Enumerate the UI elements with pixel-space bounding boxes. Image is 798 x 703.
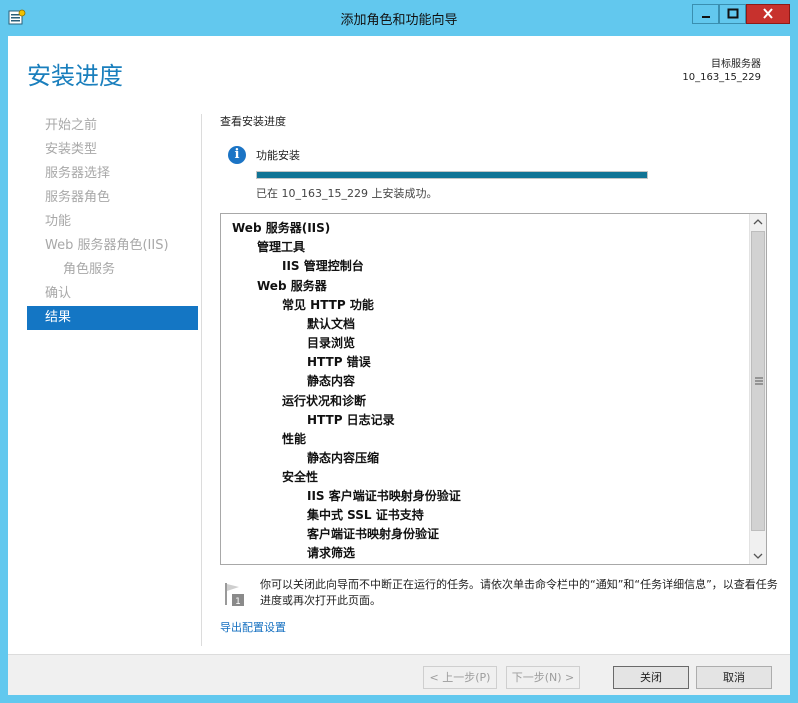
nav-item-confirmation: 确认 (45, 286, 72, 301)
target-server-info: 目标服务器 10_163_15_229 (682, 58, 761, 84)
chevron-down-icon (753, 553, 763, 559)
result-item: Web 服务器(IIS) (232, 221, 331, 235)
nav-item-features: 功能 (45, 214, 72, 229)
minimize-icon (702, 16, 710, 18)
result-item: Web 服务器 (257, 279, 327, 293)
result-item: IIS 管理控制台 (282, 259, 364, 273)
nav-item-server-selection: 服务器选择 (45, 166, 111, 181)
export-config-link[interactable]: 导出配置设置 (220, 619, 286, 635)
result-item: 静态内容压缩 (307, 451, 380, 465)
result-item: 客户端证书映射身份验证 (307, 527, 440, 541)
result-item: 目录浏览 (307, 336, 356, 350)
cancel-button[interactable]: 取消 (696, 666, 772, 689)
result-item: HTTP 日志记录 (307, 413, 395, 427)
nav-item-server-roles: 服务器角色 (45, 190, 111, 205)
result-item: Windows 身份验证 (307, 563, 420, 564)
nav-item-results[interactable]: 结果 (27, 306, 198, 330)
vertical-scrollbar[interactable] (749, 214, 766, 564)
minimize-button[interactable] (692, 4, 719, 24)
nav-item-web-server-role: Web 服务器角色(IIS) (45, 238, 169, 253)
scroll-thumb[interactable] (751, 231, 765, 531)
nav-item-installation-type: 安装类型 (45, 142, 98, 157)
notice-text: 你可以关闭此向导而不中断正在运行的任务。请依次单击命令栏中的“通知”和“任务详细… (260, 578, 778, 607)
section-heading: 查看安装进度 (220, 115, 286, 128)
target-server-name: 10_163_15_229 (682, 72, 761, 83)
previous-button[interactable]: < 上一步(P) (423, 666, 497, 689)
result-item: 默认文档 (307, 317, 356, 331)
page-title: 安装进度 (27, 62, 123, 90)
maximize-icon (727, 8, 739, 19)
result-item: 管理工具 (257, 240, 306, 254)
scroll-up-button[interactable] (750, 214, 766, 231)
results-list[interactable]: Web 服务器(IIS) 管理工具 IIS 管理控制台 Web 服务器常见 HTTP … (220, 213, 767, 565)
wizard-footer: < 上一步(P) 下一步(N) > 关闭 取消 (8, 654, 790, 695)
nav-divider (201, 114, 202, 646)
flag-icon: 1 (225, 583, 244, 607)
result-item: HTTP 错误 (307, 355, 371, 369)
result-item: 静态内容 (307, 374, 356, 388)
install-progress-bar (256, 171, 648, 179)
wizard-nav: 开始之前 安装类型 服务器选择 服务器角色 功能 Web 服务器角色(IIS) … (27, 114, 198, 330)
target-server-label: 目标服务器 (711, 59, 761, 70)
grip-icon (755, 377, 763, 385)
close-window-button[interactable] (746, 4, 790, 24)
result-item: IIS 客户端证书映射身份验证 (307, 489, 461, 503)
wizard-body: 安装进度 目标服务器 10_163_15_229 开始之前 安装类型 服务器选择… (8, 36, 790, 695)
svg-text:1: 1 (235, 597, 241, 607)
feature-install-label: 功能安装 (256, 149, 300, 162)
result-item: 常见 HTTP 功能 (282, 298, 374, 312)
title-bar: 添加角色和功能向导 (0, 0, 798, 36)
window-title: 添加角色和功能向导 (340, 13, 458, 28)
close-icon (763, 8, 773, 19)
result-item: 集中式 SSL 证书支持 (307, 508, 424, 522)
install-status-text: 已在 10_163_15_229 上安装成功。 (256, 187, 438, 200)
progress-fill (257, 172, 647, 178)
result-item: 安全性 (282, 470, 319, 484)
result-item: 请求筛选 (307, 546, 356, 560)
maximize-button[interactable] (719, 4, 746, 24)
nav-item-role-services: 角色服务 (63, 262, 116, 277)
info-icon: i (228, 146, 246, 164)
result-item: 性能 (282, 432, 307, 446)
scroll-down-button[interactable] (750, 547, 766, 564)
next-button[interactable]: 下一步(N) > (506, 666, 580, 689)
nav-item-before-you-begin: 开始之前 (45, 118, 98, 133)
close-button[interactable]: 关闭 (613, 666, 689, 689)
results-tree: Web 服务器(IIS) 管理工具 IIS 管理控制台 Web 服务器常见 HTTP … (221, 214, 751, 564)
result-item: 运行状况和诊断 (282, 394, 367, 408)
chevron-up-icon (753, 219, 763, 225)
